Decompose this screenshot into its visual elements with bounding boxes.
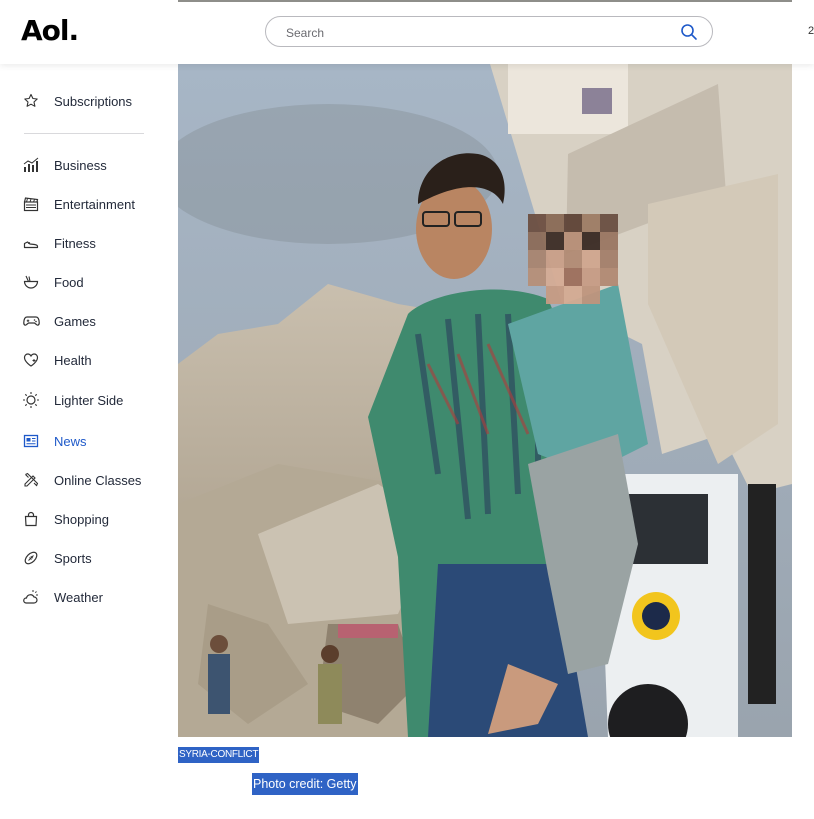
sun-icon <box>22 391 40 409</box>
sidebar-item-shopping[interactable]: Shopping <box>22 507 109 531</box>
sidebar-item-label: Food <box>54 274 84 290</box>
right-gutter <box>792 64 814 819</box>
search-input[interactable] <box>284 23 668 43</box>
sidebar-item-label: Shopping <box>54 511 109 527</box>
shopping-bag-icon <box>22 510 40 528</box>
sidebar-item-weather[interactable]: Weather <box>22 585 103 609</box>
sidebar-item-label: Subscriptions <box>54 93 133 109</box>
sidebar-item-fitness[interactable]: Fitness <box>22 231 96 255</box>
sidebar-item-label: Online Classes <box>54 472 142 488</box>
star-icon <box>22 92 40 110</box>
bowl-icon <box>22 273 40 291</box>
sidebar-item-games[interactable]: Games <box>22 309 96 333</box>
football-icon <box>22 549 40 567</box>
sidebar-item-label: Business <box>54 157 107 173</box>
image-tag[interactable]: SYRIA-CONFLICT <box>178 747 260 763</box>
sidebar-item-label: Health <box>54 352 92 368</box>
sneaker-icon <box>22 234 40 252</box>
sidebar-item-label: Lighter Side <box>54 392 124 408</box>
sidebar-item-label: Fitness <box>54 235 96 251</box>
sidebar-item-online-classes[interactable]: Online Classes <box>22 468 141 492</box>
photo-credit: Photo credit: Getty <box>252 773 358 795</box>
sidebar-item-health[interactable]: Health <box>22 348 92 372</box>
search-box[interactable] <box>265 16 713 47</box>
sidebar-item-label: Sports <box>54 550 92 566</box>
top-image-strip <box>178 0 792 2</box>
sidebar-item-lighter-side[interactable]: Lighter Side <box>22 388 123 412</box>
gamepad-icon <box>22 312 40 330</box>
chart-icon <box>22 156 40 174</box>
sidebar-item-news[interactable]: News <box>22 429 87 453</box>
weather-icon <box>22 588 40 606</box>
sidebar-item-entertainment[interactable]: Entertainment <box>22 192 135 216</box>
clapperboard-icon <box>22 195 40 213</box>
sidebar-item-label: Weather <box>54 589 103 605</box>
heart-icon <box>22 351 40 369</box>
sidebar-item-business[interactable]: Business <box>22 153 107 177</box>
header-edge-text: 2 <box>808 25 814 37</box>
sidebar-item-food[interactable]: Food <box>22 270 84 294</box>
sidebar-item-label: Entertainment <box>54 196 135 212</box>
top-bar: Aol. 2 <box>0 0 814 64</box>
sidebar-item-sports[interactable]: Sports <box>22 546 92 570</box>
aol-logo[interactable]: Aol. <box>21 14 79 47</box>
pencil-ruler-icon <box>22 471 40 489</box>
search-icon[interactable] <box>680 23 698 41</box>
article-photo <box>178 64 792 737</box>
sidebar-item-subscriptions[interactable]: Subscriptions <box>22 89 132 113</box>
sidebar-divider <box>24 133 144 134</box>
sidebar-item-label: Games <box>54 313 96 329</box>
newspaper-icon <box>22 432 40 450</box>
sidebar-item-label: News <box>54 433 87 449</box>
